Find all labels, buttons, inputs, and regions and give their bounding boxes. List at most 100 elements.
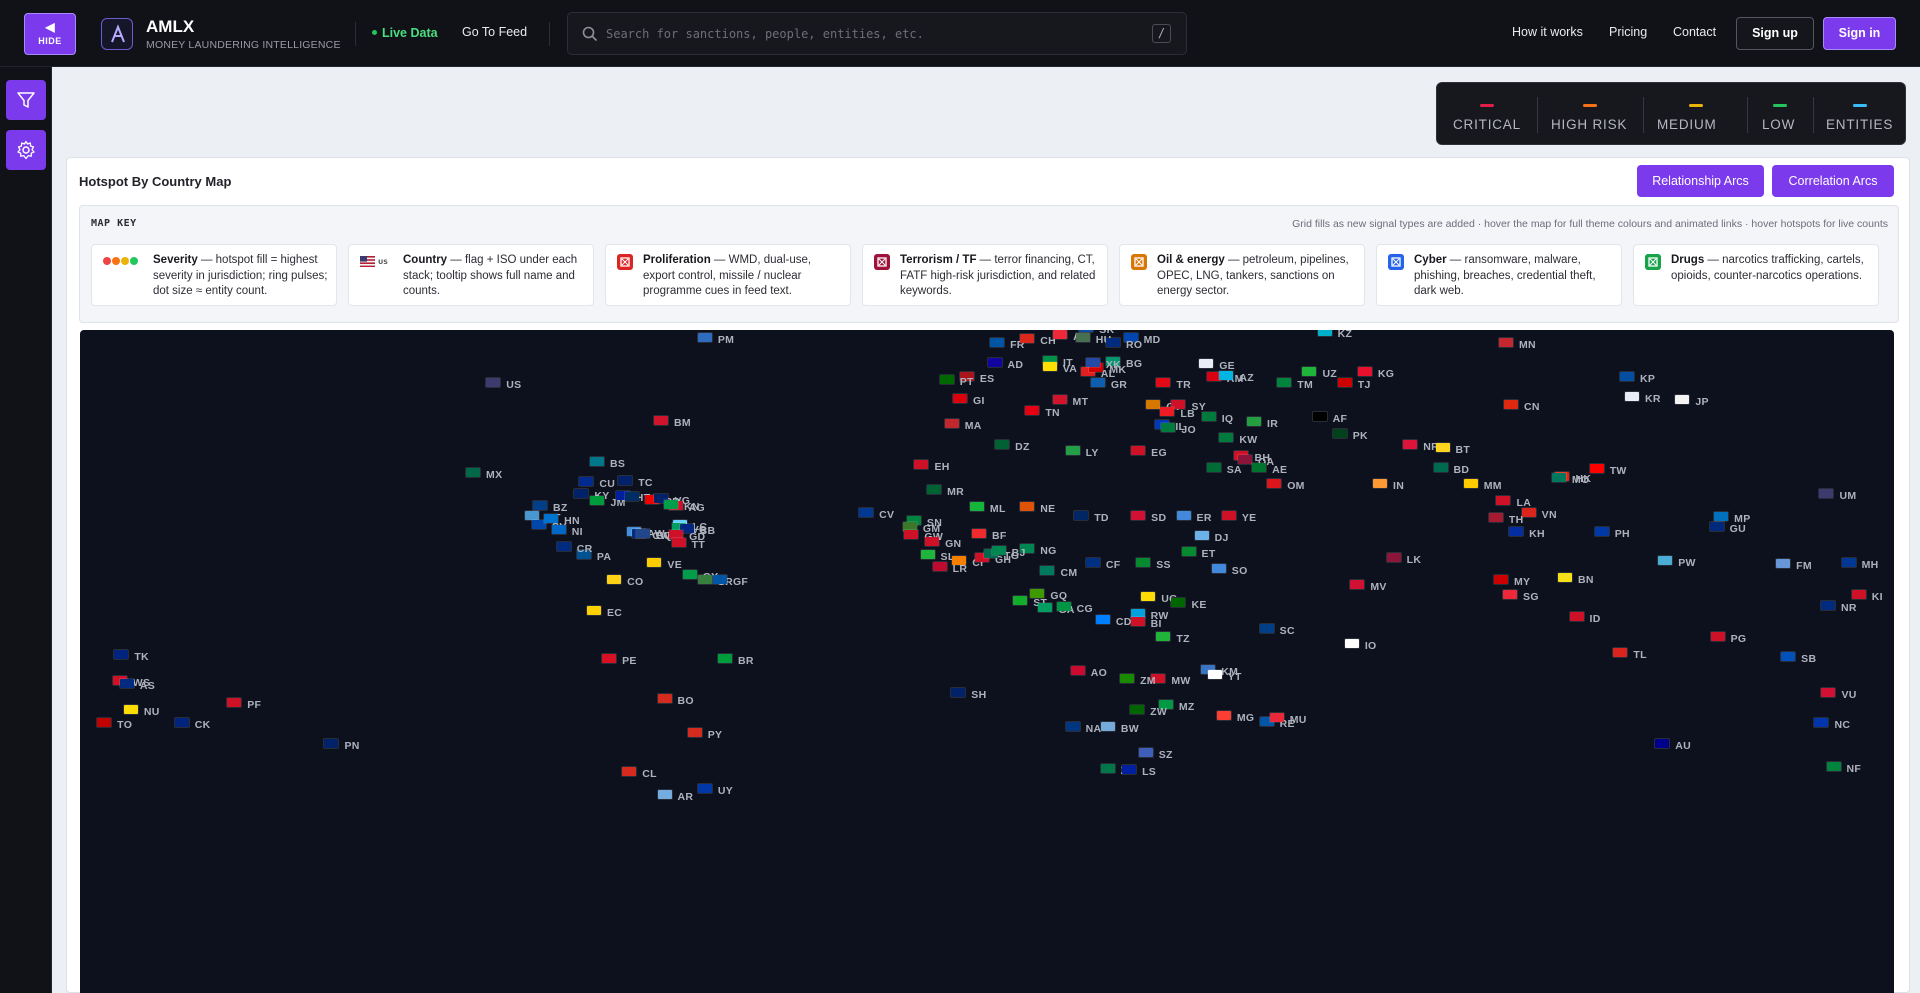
country-pin-mh[interactable]: MH <box>1841 555 1879 571</box>
legend-medium[interactable]: MEDIUM <box>1643 83 1747 146</box>
country-pin-cf[interactable]: CF <box>1085 555 1121 571</box>
country-pin-nf[interactable]: NF <box>1826 759 1862 775</box>
legend-high-risk[interactable]: HIGH RISK <box>1537 83 1643 146</box>
country-pin-cv[interactable]: CV <box>859 505 894 521</box>
country-pin-sc[interactable]: SC <box>1259 621 1295 637</box>
relationship-arcs-button[interactable]: Relationship Arcs <box>1637 165 1764 197</box>
country-pin-om[interactable]: OM <box>1267 476 1305 492</box>
nav-contact[interactable]: Contact <box>1673 25 1716 39</box>
country-pin-vu[interactable]: VU <box>1821 685 1856 701</box>
country-pin-ss[interactable]: SS <box>1136 555 1171 571</box>
live-data-indicator[interactable]: Live Data <box>372 26 438 40</box>
country-pin-er[interactable]: ER <box>1176 508 1212 524</box>
country-pin-pf[interactable]: PF <box>227 695 261 711</box>
country-pin-ae[interactable]: AE <box>1252 460 1287 476</box>
country-pin-ki[interactable]: KI <box>1851 587 1883 603</box>
country-pin-to[interactable]: TO <box>97 715 132 731</box>
country-pin-nc[interactable]: NC <box>1814 715 1850 731</box>
country-pin-tj[interactable]: TJ <box>1337 375 1371 391</box>
search-bar[interactable]: / <box>567 12 1187 55</box>
sign-in-button[interactable]: Sign in <box>1823 17 1896 50</box>
country-pin-tt[interactable]: TT <box>671 535 705 551</box>
country-pin-tr[interactable]: TR <box>1156 375 1191 391</box>
country-pin-au[interactable]: AU <box>1655 736 1691 752</box>
country-pin-na[interactable]: NA <box>1065 719 1102 735</box>
country-pin-af[interactable]: AF <box>1312 409 1348 425</box>
country-pin-io[interactable]: IO <box>1344 636 1377 652</box>
country-pin-bm[interactable]: BM <box>653 413 691 429</box>
country-pin-so[interactable]: SO <box>1211 561 1248 577</box>
legend-entities[interactable]: ENTITIES <box>1813 83 1907 146</box>
country-pin-tz[interactable]: TZ <box>1156 629 1189 645</box>
country-pin-kh[interactable]: KH <box>1509 524 1545 540</box>
country-pin-bs[interactable]: BS <box>589 454 625 470</box>
country-pin-mn[interactable]: MN <box>1499 335 1536 351</box>
country-pin-pe[interactable]: PE <box>602 651 637 667</box>
amlx-logo-icon[interactable] <box>101 18 133 50</box>
country-pin-kp[interactable]: KP <box>1619 369 1655 385</box>
country-pin-ch[interactable]: CH <box>1020 331 1056 347</box>
country-pin-eg[interactable]: EG <box>1131 443 1167 459</box>
country-pin-ec[interactable]: EC <box>586 603 622 619</box>
country-pin-ly[interactable]: LY <box>1065 443 1099 459</box>
country-pin-kr[interactable]: KR <box>1624 389 1661 405</box>
country-pin-vn[interactable]: VN <box>1521 505 1557 521</box>
country-pin-ir[interactable]: IR <box>1247 414 1278 430</box>
country-pin-va[interactable]: VA <box>1042 359 1077 375</box>
country-pin-ad[interactable]: AD <box>987 355 1024 371</box>
country-pin-kz[interactable]: KZ <box>1317 330 1353 340</box>
country-pin-fm[interactable]: FM <box>1776 556 1812 572</box>
correlation-arcs-button[interactable]: Correlation Arcs <box>1772 165 1894 197</box>
country-pin-pg[interactable]: PG <box>1710 629 1747 645</box>
country-pin-eh[interactable]: EH <box>914 457 949 473</box>
country-pin-tm[interactable]: TM <box>1277 375 1313 391</box>
country-pin-bd[interactable]: BD <box>1433 460 1470 476</box>
country-pin-ng[interactable]: NG <box>1020 541 1056 557</box>
country-pin-bf[interactable]: BF <box>971 526 1007 542</box>
country-pin-sz[interactable]: SZ <box>1138 745 1173 761</box>
country-pin-my[interactable]: MY <box>1493 572 1530 588</box>
country-pin-py[interactable]: PY <box>687 725 723 741</box>
country-pin-mx[interactable]: MX <box>466 465 502 481</box>
hotspot-world-map[interactable]: KZMNSKFRCHATHUMDROPMUSITADVABGGEAMAZUZKG… <box>80 330 1894 993</box>
country-pin-sd[interactable]: SD <box>1131 508 1166 524</box>
country-pin-bo[interactable]: BO <box>657 691 694 707</box>
country-pin-ve[interactable]: VE <box>647 555 682 571</box>
nav-pricing[interactable]: Pricing <box>1609 25 1647 39</box>
country-pin-np[interactable]: NP <box>1403 437 1438 453</box>
country-pin-pm[interactable]: PM <box>697 330 734 346</box>
search-input[interactable] <box>606 23 1126 45</box>
country-pin-tw[interactable]: TW <box>1589 461 1627 477</box>
country-pin-co[interactable]: CO <box>607 572 643 588</box>
country-pin-tc[interactable]: TC <box>618 473 653 489</box>
country-pin-bn[interactable]: BN <box>1557 570 1594 586</box>
country-pin-ni[interactable]: NI <box>551 522 583 538</box>
country-pin-th[interactable]: TH <box>1488 510 1524 526</box>
country-pin-pw[interactable]: PW <box>1658 553 1696 569</box>
country-pin-tn[interactable]: TN <box>1025 403 1060 419</box>
country-pin-in[interactable]: IN <box>1373 476 1404 492</box>
country-pin-mu[interactable]: MU <box>1269 710 1307 726</box>
country-pin-zw[interactable]: ZW <box>1130 702 1167 718</box>
settings-button[interactable] <box>6 130 46 170</box>
go-to-feed-link[interactable]: Go To Feed <box>462 25 527 39</box>
country-pin-dj[interactable]: DJ <box>1194 528 1229 544</box>
nav-how-it-works[interactable]: How it works <box>1512 25 1583 39</box>
country-pin-gi[interactable]: GI <box>953 391 985 407</box>
sign-up-button[interactable]: Sign up <box>1736 17 1814 50</box>
country-pin-jp[interactable]: JP <box>1675 392 1709 408</box>
country-pin-uy[interactable]: UY <box>697 781 733 797</box>
country-pin-ma[interactable]: MA <box>944 416 982 432</box>
country-pin-us[interactable]: US <box>486 375 521 391</box>
country-pin-sg[interactable]: SG <box>1503 587 1539 603</box>
country-pin-pk[interactable]: PK <box>1332 426 1368 442</box>
filter-button[interactable] <box>6 80 46 120</box>
country-pin-ke[interactable]: KE <box>1171 595 1206 611</box>
country-pin-ro[interactable]: RO <box>1105 335 1142 351</box>
country-pin-jo[interactable]: JO <box>1161 420 1196 436</box>
country-pin-cg[interactable]: CG <box>1056 599 1093 615</box>
legend-low[interactable]: LOW <box>1747 83 1813 146</box>
country-pin-xk[interactable]: XK <box>1085 355 1121 371</box>
country-pin-bq[interactable]: BQ <box>635 526 672 542</box>
country-pin-ck[interactable]: CK <box>174 715 211 731</box>
